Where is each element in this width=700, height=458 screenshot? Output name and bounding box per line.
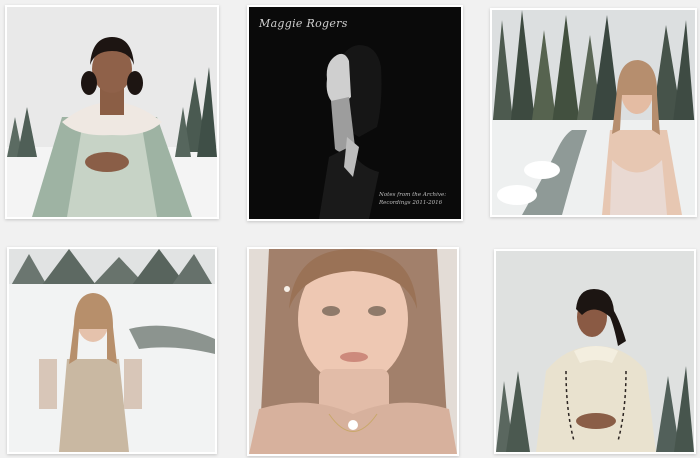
post-image <box>7 7 217 217</box>
album-caption-line-1: Notes from the Archive: <box>379 192 447 198</box>
album-caption-line-2: Recordings 2011-2016 <box>379 200 443 206</box>
feed-post-5[interactable] <box>247 247 459 456</box>
post-image <box>496 251 694 452</box>
album-cover-image: Maggie Rogers Notes from the Archive: Re… <box>249 7 461 219</box>
post-image <box>249 249 457 454</box>
post-image <box>492 10 695 215</box>
feed-post-1[interactable] <box>5 5 219 219</box>
post-image <box>9 249 215 452</box>
feed-post-2[interactable]: Maggie Rogers Notes from the Archive: Re… <box>247 5 463 221</box>
feed-post-4[interactable] <box>7 247 217 454</box>
album-title-script: Maggie Rogers <box>259 17 348 30</box>
feed-post-6[interactable] <box>494 249 696 454</box>
album-caption: Notes from the Archive: Recordings 2011-… <box>379 191 451 207</box>
feed-post-3[interactable] <box>490 8 697 217</box>
